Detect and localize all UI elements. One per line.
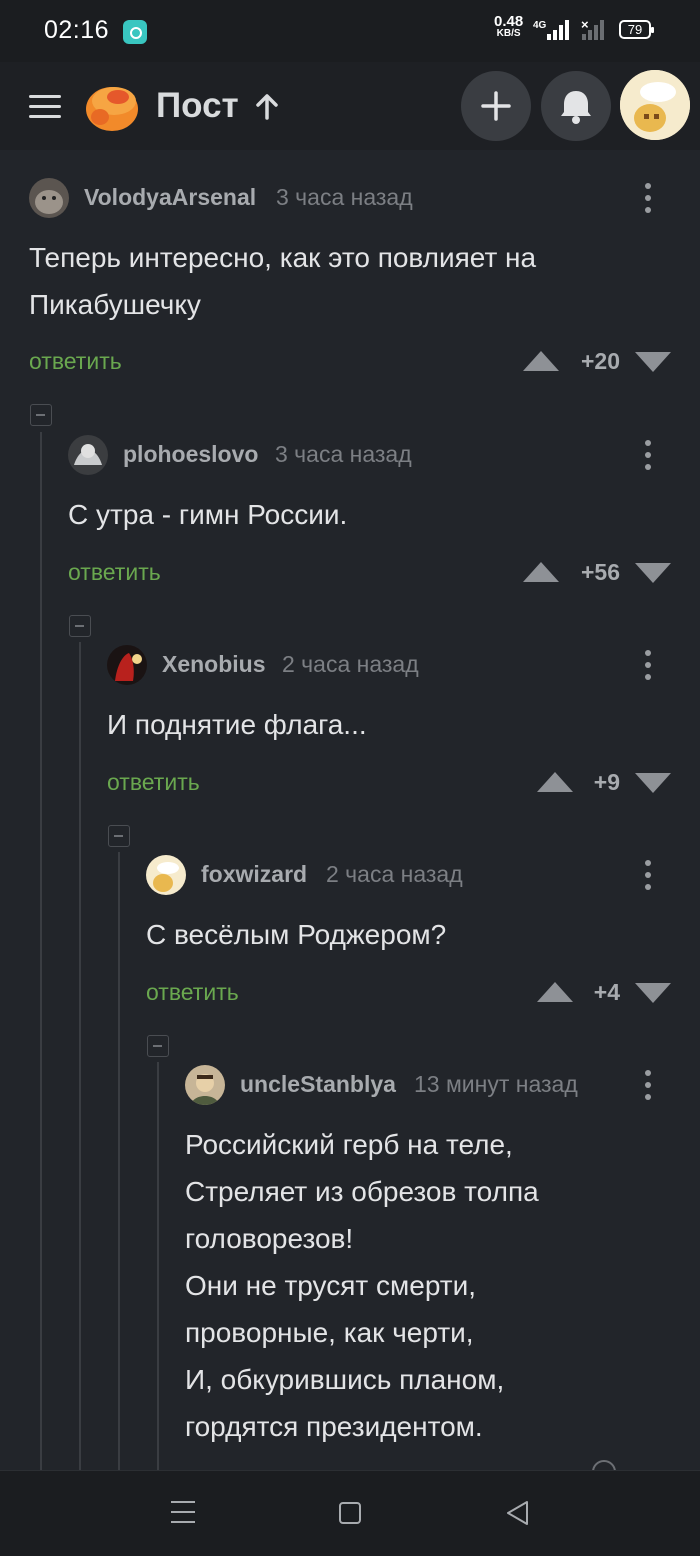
collapse-thread-button[interactable] [69,615,91,637]
comment-author[interactable]: plohoeslovo [123,441,258,468]
avatar[interactable] [29,178,69,218]
notification-app-icon [123,20,147,44]
pikabu-logo[interactable] [84,79,140,133]
comment-author[interactable]: uncleStanblya [240,1071,396,1098]
thread-line [157,1062,159,1470]
home-icon[interactable] [339,1502,361,1524]
more-options-icon[interactable] [638,180,658,216]
avatar-image [185,1065,225,1105]
signal-2-icon [582,20,606,40]
comment-text: Российский герб на теле, Стреляет из обр… [185,1129,539,1442]
network-type: 4G [533,20,547,31]
avatar[interactable] [68,435,108,475]
comment-author[interactable]: foxwizard [201,861,307,888]
menu-icon[interactable] [29,95,61,119]
avatar[interactable] [107,645,147,685]
network-speed-unit: KB/S [496,28,521,39]
comment-score: +20 [580,348,620,374]
comment-text: И поднятие флага... [107,709,367,740]
downvote-icon[interactable] [634,982,672,1004]
comment-text: С утра - гимн России. [68,499,348,530]
status-time: 02:16 [44,16,110,44]
network-speed: 0.48 KB/S [494,14,523,40]
avatar-image [107,645,147,685]
thread-line [40,432,42,1470]
avatar-image [146,855,186,895]
avatar-image [620,70,690,140]
comment-time: 2 часа назад [326,861,463,887]
back-icon[interactable] [505,1500,529,1526]
comments-list: VolodyaArsenal 3 часа назад Теперь интер… [0,150,700,1470]
avatar-image [68,435,108,475]
comment-author[interactable]: Xenobius [162,651,266,678]
collapse-thread-button[interactable] [30,404,52,426]
upvote-icon[interactable] [522,561,560,583]
comment-score: +56 [580,559,620,585]
downvote-icon[interactable] [634,351,672,373]
collapse-thread-button[interactable] [147,1035,169,1057]
reply-button[interactable]: ответить [107,769,200,796]
thread-line [118,852,120,1470]
comment-score: +4 [593,979,620,1005]
comment-text: С весёлым Роджером? [146,919,447,950]
comment-text: Теперь интересно, как это повлияет на Пи… [29,242,537,320]
arrow-up-icon[interactable] [254,92,280,122]
comment-time: 2 часа назад [282,651,419,677]
bell-icon [561,91,591,124]
thread-line [79,642,81,1470]
page-title: Пост [156,86,239,125]
add-post-button[interactable] [461,71,531,141]
collapse-thread-button[interactable] [108,825,130,847]
downvote-icon[interactable] [634,772,672,794]
more-options-icon[interactable] [638,1067,658,1103]
reply-button[interactable]: ответить [29,348,122,375]
avatar-image [29,178,69,218]
notifications-button[interactable] [541,71,611,141]
battery-icon: 79 [619,20,654,39]
avatar[interactable] [185,1065,225,1105]
more-options-icon[interactable] [638,647,658,683]
reply-button[interactable]: ответить [146,979,239,1006]
more-options-icon[interactable] [638,437,658,473]
recents-icon[interactable] [171,1501,195,1523]
upvote-icon[interactable] [522,350,560,372]
comment-author[interactable]: VolodyaArsenal [84,184,256,211]
comment-time: 13 минут назад [414,1071,578,1097]
comment-time: 3 часа назад [276,184,413,210]
avatar[interactable] [620,70,690,140]
signal-icon [547,20,571,40]
comment-score: +9 [593,769,620,795]
comment-time: 3 часа назад [275,441,412,467]
plus-icon [481,91,511,121]
system-nav-bar [0,1470,700,1556]
status-bar: 02:16 0.48 KB/S 4G × 79 [0,0,700,62]
downvote-icon[interactable] [634,562,672,584]
app-header: Пост [0,62,700,150]
reply-button[interactable]: ответить [68,559,161,586]
more-options-icon[interactable] [638,857,658,893]
avatar[interactable] [146,855,186,895]
reply-button-partial[interactable] [592,1460,616,1470]
